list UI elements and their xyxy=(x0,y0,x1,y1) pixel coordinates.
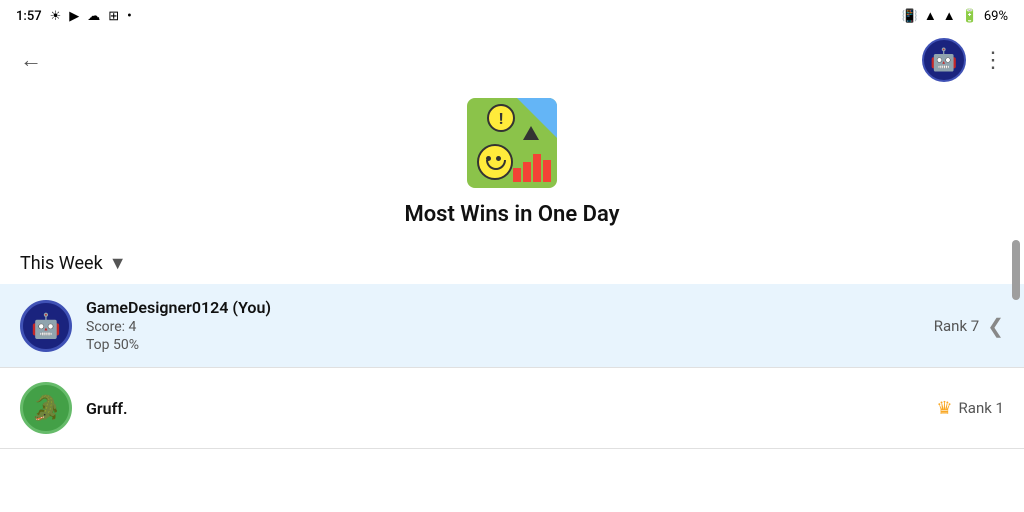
bar-3 xyxy=(533,154,541,182)
current-user-name: GameDesigner0124 (You) xyxy=(86,298,934,317)
other-avatar-icon: 🐊 xyxy=(31,394,61,422)
user-avatar-header[interactable]: 🤖 xyxy=(922,38,966,82)
vibrate-icon: 📳 xyxy=(902,9,918,24)
more-options-button[interactable]: ⋮ xyxy=(978,44,1008,77)
other-user-rank: ♛ Rank 1 xyxy=(936,398,1004,419)
bar-4 xyxy=(543,160,551,182)
achievement-section: ! Most Wins in One Day xyxy=(0,88,1024,243)
arrow-up-icon xyxy=(523,126,539,140)
battery-percent: 69% xyxy=(984,9,1008,24)
wifi-icon: ▲ xyxy=(924,8,937,24)
battery-icon: 🔋 xyxy=(962,9,978,24)
status-bar: 1:57 ☀ ▶ ☁ ⊞ • 📳 ▲ ▲ 🔋 69% xyxy=(0,0,1024,32)
smiley-face-icon xyxy=(477,144,513,180)
status-left: 1:57 ☀ ▶ ☁ ⊞ • xyxy=(16,9,132,24)
other-user-avatar: 🐊 xyxy=(20,382,72,434)
current-user-row[interactable]: 🤖 GameDesigner0124 (You) Score: 4 Top 50… xyxy=(0,284,1024,368)
grid-icon: ⊞ xyxy=(108,9,119,24)
status-time: 1:57 xyxy=(16,9,42,24)
filter-label: This Week xyxy=(20,253,103,274)
current-avatar-robot-icon: 🤖 xyxy=(31,312,61,340)
scrollbar[interactable] xyxy=(1012,240,1020,300)
current-user-score: Score: 4 xyxy=(86,319,934,335)
filter-row: This Week ▼ xyxy=(0,243,1024,284)
leaderboard: 🤖 GameDesigner0124 (You) Score: 4 Top 50… xyxy=(0,284,1024,449)
dot-icon: • xyxy=(127,9,132,24)
bar-2 xyxy=(523,162,531,182)
other-user-rank-label: Rank 1 xyxy=(959,399,1004,417)
other-user-row[interactable]: 🐊 Gruff. ♛ Rank 1 xyxy=(0,368,1024,449)
bar-1 xyxy=(513,168,521,182)
avatar-robot-icon: 🤖 xyxy=(930,48,957,73)
app-bar-left: ← xyxy=(16,43,46,77)
achievement-title: Most Wins in One Day xyxy=(404,202,619,227)
dropdown-icon[interactable]: ▼ xyxy=(109,253,127,274)
app-bar-right: 🤖 ⋮ xyxy=(922,38,1008,82)
crown-icon: ♛ xyxy=(936,398,952,419)
current-user-avatar: 🤖 xyxy=(20,300,72,352)
chart-bars xyxy=(513,154,551,182)
signal-icon: ▲ xyxy=(943,8,956,24)
status-right: 📳 ▲ ▲ 🔋 69% xyxy=(902,8,1008,24)
achievement-icon-inner: ! xyxy=(467,98,557,188)
youtube-icon: ▶ xyxy=(69,9,79,24)
achievement-icon: ! xyxy=(467,98,557,188)
cloud-icon: ☁ xyxy=(87,9,100,24)
other-user-name: Gruff. xyxy=(86,399,936,418)
current-user-rank: Rank 7 xyxy=(934,317,979,335)
current-user-top: Top 50% xyxy=(86,337,934,353)
chevron-right-icon: ❮ xyxy=(987,314,1004,338)
app-bar: ← 🤖 ⋮ xyxy=(0,32,1024,88)
brightness-icon: ☀ xyxy=(50,9,62,24)
exclamation-badge: ! xyxy=(487,104,515,132)
back-button[interactable]: ← xyxy=(16,43,46,77)
other-user-info: Gruff. xyxy=(86,399,936,418)
current-user-info: GameDesigner0124 (You) Score: 4 Top 50% xyxy=(86,298,934,353)
